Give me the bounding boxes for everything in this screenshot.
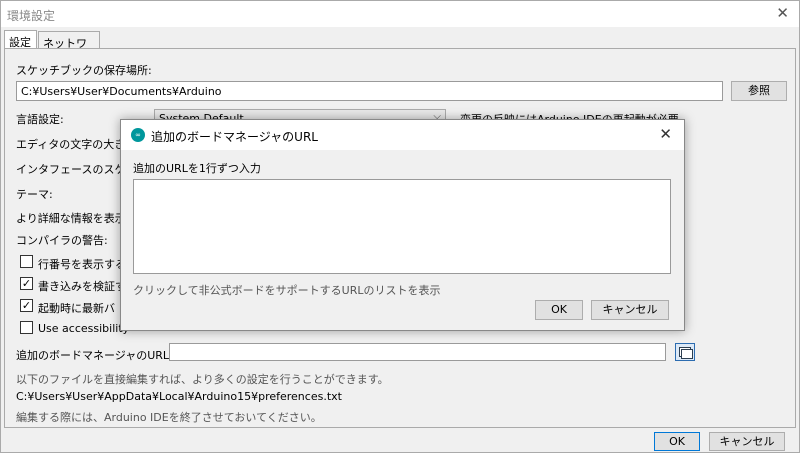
arduino-logo-icon: ∞ — [131, 128, 145, 142]
browse-button[interactable]: 参照 — [731, 81, 787, 101]
editor-font-label: エディタの文字の大きさ — [16, 138, 137, 151]
more-prefs-note: 以下のファイルを直接編集すれば、より多くの設定を行うことができます。 — [16, 373, 389, 386]
sketchbook-path-field[interactable]: C:¥Users¥User¥Documents¥Arduino — [16, 81, 723, 101]
url-list-textarea[interactable] — [133, 179, 671, 274]
theme-label: テーマ: — [16, 188, 53, 201]
preferences-window: 環境設定 ✕ 設定 ネットワーク スケッチブックの保存場所: C:¥Users¥… — [0, 0, 800, 453]
compiler-warnings-label: コンパイラの警告: — [16, 234, 108, 247]
sketchbook-label: スケッチブックの保存場所: — [16, 64, 152, 77]
checkbox-accessibility[interactable] — [20, 321, 33, 334]
verbose-label: より詳細な情報を表示 — [16, 212, 126, 225]
checkbox-label: 起動時に最新バ — [38, 302, 115, 315]
close-icon[interactable]: ✕ — [659, 125, 672, 143]
close-note: 編集する際には、Arduino IDEを終了させておいてください。 — [16, 411, 322, 424]
dialog-cancel-button[interactable]: キャンセル — [591, 300, 669, 320]
title-bar: 環境設定 ✕ — [1, 1, 799, 27]
close-icon[interactable]: ✕ — [776, 4, 789, 22]
checkbox-check-updates[interactable]: ✓ — [20, 299, 33, 312]
dialog-hint-link[interactable]: クリックして非公式ボードをサポートするURLのリストを表示 — [133, 282, 441, 298]
checkbox-label: 書き込みを検証す — [38, 280, 126, 293]
open-url-editor-button[interactable] — [675, 343, 695, 361]
board-manager-url-dialog: ∞ 追加のボードマネージャのURL ✕ 追加のURLを1行ずつ入力 クリックして… — [120, 119, 685, 331]
checkbox-label: 行番号を表示する — [38, 258, 126, 271]
tab-network[interactable]: ネットワーク — [38, 31, 100, 66]
cancel-button[interactable]: キャンセル — [709, 432, 785, 451]
tab-settings[interactable]: 設定 — [4, 30, 37, 50]
language-label: 言語設定: — [16, 113, 64, 126]
board-manager-label: 追加のボードマネージャのURL: — [16, 349, 173, 362]
dialog-title-bar: ∞ 追加のボードマネージャのURL ✕ — [121, 120, 684, 150]
window-title: 環境設定 — [7, 9, 56, 23]
dialog-ok-button[interactable]: OK — [535, 300, 583, 320]
board-manager-url-field[interactable] — [169, 343, 666, 361]
window-icon — [681, 349, 693, 359]
ok-button[interactable]: OK — [654, 432, 700, 451]
checkbox-label: Use accessibility — [38, 322, 130, 335]
checkbox-line-numbers[interactable] — [20, 255, 33, 268]
dialog-title: 追加のボードマネージャのURL — [151, 130, 318, 144]
prefs-path[interactable]: C:¥Users¥User¥AppData¥Local¥Arduino15¥pr… — [16, 390, 342, 403]
dialog-prompt: 追加のURLを1行ずつ入力 — [133, 162, 261, 175]
checkbox-verify-upload[interactable]: ✓ — [20, 277, 33, 290]
